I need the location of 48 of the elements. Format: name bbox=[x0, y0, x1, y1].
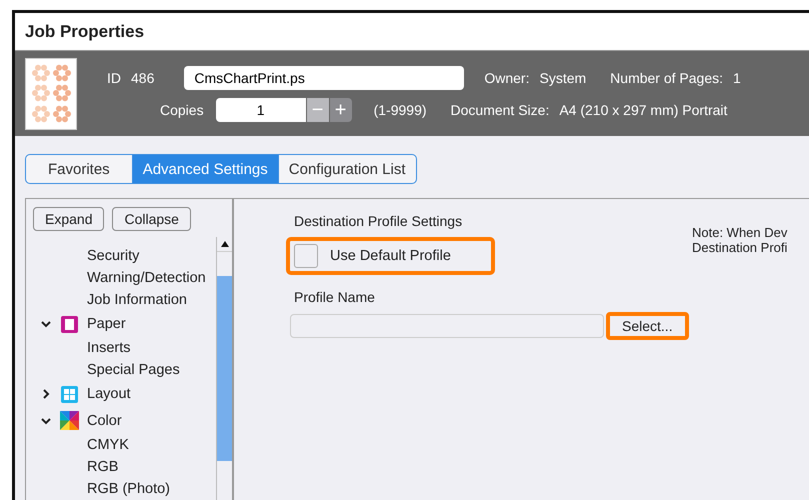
expand-button[interactable]: Expand bbox=[33, 207, 104, 231]
owner-label: Owner: bbox=[484, 70, 530, 86]
default-profile-checkbox[interactable]: Use Default Profile bbox=[286, 237, 495, 275]
copies-range: (1-9999) bbox=[374, 102, 427, 118]
pages-label: Number of Pages: bbox=[610, 70, 724, 86]
tree-item[interactable]: Layout bbox=[26, 381, 216, 408]
scrollbar-thumb[interactable] bbox=[217, 276, 232, 461]
copies-label: Copies bbox=[160, 102, 204, 118]
section-heading: Destination Profile Settings bbox=[294, 213, 464, 229]
tree-item[interactable]: Warning/Detection bbox=[26, 267, 216, 289]
page-icon bbox=[60, 314, 79, 334]
tree-item[interactable]: Inserts bbox=[26, 337, 216, 360]
collapse-button[interactable]: Collapse bbox=[112, 207, 191, 231]
color-wheel-icon bbox=[60, 411, 79, 430]
tree-label: Color bbox=[87, 412, 122, 429]
checkbox-label: Use Default Profile bbox=[330, 248, 451, 264]
pages-value: 1 bbox=[733, 70, 741, 86]
size-value: A4 (210 x 297 mm) Portrait bbox=[559, 102, 728, 118]
tree-item[interactable]: Security bbox=[26, 245, 216, 267]
document-thumbnail bbox=[25, 58, 77, 130]
scroll-up-icon[interactable] bbox=[220, 241, 228, 247]
note-text: Destination Profi bbox=[692, 240, 788, 255]
copies-field[interactable]: 1 bbox=[216, 98, 306, 122]
job-name-field[interactable]: CmsChartPrint.ps bbox=[184, 66, 464, 90]
tree-item[interactable]: RGB (Photo) bbox=[26, 478, 216, 500]
tree-item[interactable]: Special Pages bbox=[26, 359, 216, 382]
window-title: Job Properties bbox=[25, 22, 144, 42]
grid-icon bbox=[60, 384, 79, 404]
tree-label: Layout bbox=[87, 386, 131, 402]
tree-label: Paper bbox=[87, 316, 126, 332]
tree-item[interactable]: RGB bbox=[26, 456, 216, 478]
tab[interactable]: Configuration List bbox=[278, 154, 417, 184]
select-button[interactable]: Select... bbox=[606, 312, 689, 340]
tree-item[interactable]: Paper bbox=[26, 311, 216, 338]
tree-item[interactable]: CMYK bbox=[26, 434, 216, 456]
note-text: Note: When Dev bbox=[692, 225, 788, 240]
checkbox[interactable] bbox=[294, 244, 318, 268]
profile-name-field[interactable] bbox=[290, 314, 604, 338]
profile-name-label: Profile Name bbox=[294, 289, 376, 305]
tree-item[interactable]: Job Information bbox=[26, 289, 216, 311]
tab[interactable]: Advanced Settings bbox=[132, 154, 279, 184]
id-value: 486 bbox=[131, 70, 154, 86]
owner-value: System bbox=[539, 70, 586, 86]
tree-item[interactable]: Color bbox=[26, 408, 216, 434]
scrollbar[interactable] bbox=[216, 237, 232, 500]
tab[interactable]: Favorites bbox=[25, 154, 133, 184]
size-label: Document Size: bbox=[450, 102, 550, 118]
id-label: ID bbox=[107, 70, 121, 86]
